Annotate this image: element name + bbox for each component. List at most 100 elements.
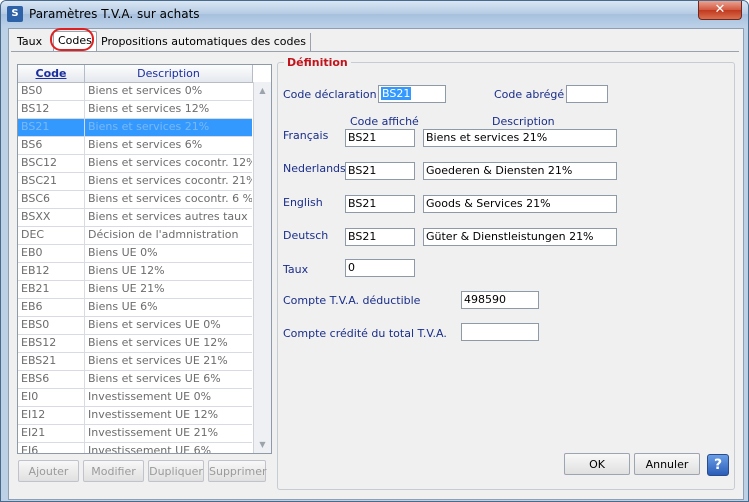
column-header-description[interactable]: Description <box>85 65 253 83</box>
tab-propositions[interactable]: Propositions automatiques des codes <box>97 33 312 51</box>
cell-description: Biens UE 6% <box>88 300 158 313</box>
table-row[interactable]: EBS0 Biens et services UE 0% <box>18 317 252 335</box>
table-row[interactable]: EB6 Biens UE 6% <box>18 299 252 317</box>
cell-code: BS6 <box>18 137 85 154</box>
table-row[interactable]: BS0 Biens et services 0% <box>18 83 252 101</box>
grid-header: Code Description <box>18 65 271 83</box>
cell-code: EBS6 <box>18 371 85 388</box>
cell-description: Biens et services 6% <box>88 138 203 151</box>
code-field-deutsch[interactable]: BS21 <box>345 228 415 246</box>
cell-code: EBS0 <box>18 317 85 334</box>
cell-description: Biens et services cocontr. 6 % <box>88 192 252 205</box>
table-row[interactable]: EI0 Investissement UE 0% <box>18 389 252 407</box>
table-row[interactable]: EBS12 Biens et services UE 12% <box>18 335 252 353</box>
lang-label-nederlands: Nederlands <box>283 162 346 175</box>
cell-code: EI21 <box>18 425 85 442</box>
compte-credite-label: Compte crédité du total T.V.A. <box>283 327 447 340</box>
codes-grid: Code Description BS0 Biens et services 0%… <box>17 64 272 454</box>
cell-description: Biens et services UE 6% <box>88 372 221 385</box>
close-button[interactable]: ✕ <box>698 1 742 20</box>
cell-description: Biens et services UE 12% <box>88 336 228 349</box>
table-row[interactable]: BSC12 Biens et services cocontr. 12% <box>18 155 252 173</box>
code-abrege-label: Code abrégé <box>494 88 565 101</box>
taux-field[interactable]: 0 <box>345 259 415 277</box>
cell-description: Biens et services UE 0% <box>88 318 221 331</box>
compte-credite-field[interactable] <box>461 323 539 341</box>
title-bar[interactable]: S Paramètres T.V.A. sur achats ✕ <box>1 1 748 27</box>
table-row[interactable]: EI6 Investissement UE 6% <box>18 443 252 453</box>
table-row[interactable]: BS6 Biens et services 6% <box>18 137 252 155</box>
cell-description: Investissement UE 21% <box>88 426 219 439</box>
cell-code: EI0 <box>18 389 85 406</box>
scroll-up-icon[interactable]: ▲ <box>256 84 269 97</box>
cell-code: EB12 <box>18 263 85 280</box>
table-row[interactable]: EI21 Investissement UE 21% <box>18 425 252 443</box>
code-field-english[interactable]: BS21 <box>345 195 415 213</box>
modify-button[interactable]: Modifier <box>83 460 144 482</box>
table-row[interactable]: BSC21 Biens et services cocontr. 21% <box>18 173 252 191</box>
cell-code: EB0 <box>18 245 85 262</box>
description-field-nederlands[interactable]: Goederen & Diensten 21% <box>423 162 617 180</box>
cell-code: EI12 <box>18 407 85 424</box>
cell-code: EI6 <box>18 443 85 453</box>
ok-button[interactable]: OK <box>564 453 630 475</box>
table-row[interactable]: BSXX Biens et services autres taux <box>18 209 252 227</box>
delete-button[interactable]: Supprimer <box>208 460 267 482</box>
compte-deductible-field[interactable]: 498590 <box>461 291 539 309</box>
codes-tab-panel: Code Description BS0 Biens et services 0%… <box>11 51 739 496</box>
definition-legend: Définition <box>284 56 351 69</box>
cell-description: Biens et services autres taux <box>88 210 248 223</box>
cell-description: Investissement UE 12% <box>88 408 219 421</box>
cell-code: DEC <box>18 227 85 244</box>
compte-deductible-label: Compte T.V.A. déductible <box>283 294 421 307</box>
cell-description: Biens et services 21% <box>88 120 210 133</box>
code-abrege-field[interactable] <box>566 85 608 103</box>
description-field-english[interactable]: Goods & Services 21% <box>423 195 617 213</box>
table-row[interactable]: EBS21 Biens et services UE 21% <box>18 353 252 371</box>
taux-label: Taux <box>283 263 309 276</box>
column-header-code[interactable]: Code <box>18 65 85 83</box>
cell-description: Biens et services cocontr. 21% <box>88 174 252 187</box>
cell-description: Biens et services 0% <box>88 84 203 97</box>
cancel-button[interactable]: Annuler <box>634 453 700 475</box>
cell-description: Biens et services 12% <box>88 102 210 115</box>
table-row[interactable]: EB12 Biens UE 12% <box>18 263 252 281</box>
table-row[interactable]: DEC Décision de l'admnistration <box>18 227 252 245</box>
cell-code: BSC6 <box>18 191 85 208</box>
cell-code: BSC12 <box>18 155 85 172</box>
grid-vertical-scrollbar[interactable]: ▲ ▼ <box>253 82 271 453</box>
table-row[interactable]: BS21 Biens et services 21% <box>18 119 252 137</box>
scroll-down-icon[interactable]: ▼ <box>256 438 269 451</box>
cell-code: BSXX <box>18 209 85 226</box>
cell-description: Investissement UE 0% <box>88 390 212 403</box>
app-icon: S <box>7 6 23 22</box>
code-declaration-field[interactable]: BS21 <box>378 85 446 103</box>
help-icon[interactable]: ? <box>707 454 729 476</box>
tab-taux[interactable]: Taux <box>13 33 47 51</box>
table-row[interactable]: EBS6 Biens et services UE 6% <box>18 371 252 389</box>
description-header: Description <box>492 115 555 128</box>
cell-code: BS0 <box>18 83 85 100</box>
description-field-francais[interactable]: Biens et services 21% <box>423 129 617 147</box>
description-field-deutsch[interactable]: Güter & Dienstleistungen 21% <box>423 228 617 246</box>
table-row[interactable]: EB21 Biens UE 21% <box>18 281 252 299</box>
add-button[interactable]: Ajouter <box>18 460 79 482</box>
code-field-francais[interactable]: BS21 <box>345 129 415 147</box>
cell-description: Biens et services cocontr. 12% <box>88 156 252 169</box>
cell-description: Biens et services UE 21% <box>88 354 228 367</box>
code-declaration-label: Code déclaration <box>283 88 377 101</box>
code-field-nederlands[interactable]: BS21 <box>345 162 415 180</box>
tab-codes-highlight-circle <box>50 28 94 51</box>
cell-code: BSC21 <box>18 173 85 190</box>
table-row[interactable]: EI12 Investissement UE 12% <box>18 407 252 425</box>
table-row[interactable]: BS12 Biens et services 12% <box>18 101 252 119</box>
cell-code: BS21 <box>18 119 85 136</box>
grid-rows: BS0 Biens et services 0% BS12 Biens et serv… <box>18 83 252 453</box>
cell-code: EBS21 <box>18 353 85 370</box>
duplicate-button[interactable]: Dupliquer <box>148 460 204 482</box>
lang-label-francais: Français <box>283 129 329 142</box>
window-title: Paramètres T.V.A. sur achats <box>29 7 200 21</box>
table-row[interactable]: BSC6 Biens et services cocontr. 6 % <box>18 191 252 209</box>
table-row[interactable]: EB0 Biens UE 0% <box>18 245 252 263</box>
cell-code: EB21 <box>18 281 85 298</box>
